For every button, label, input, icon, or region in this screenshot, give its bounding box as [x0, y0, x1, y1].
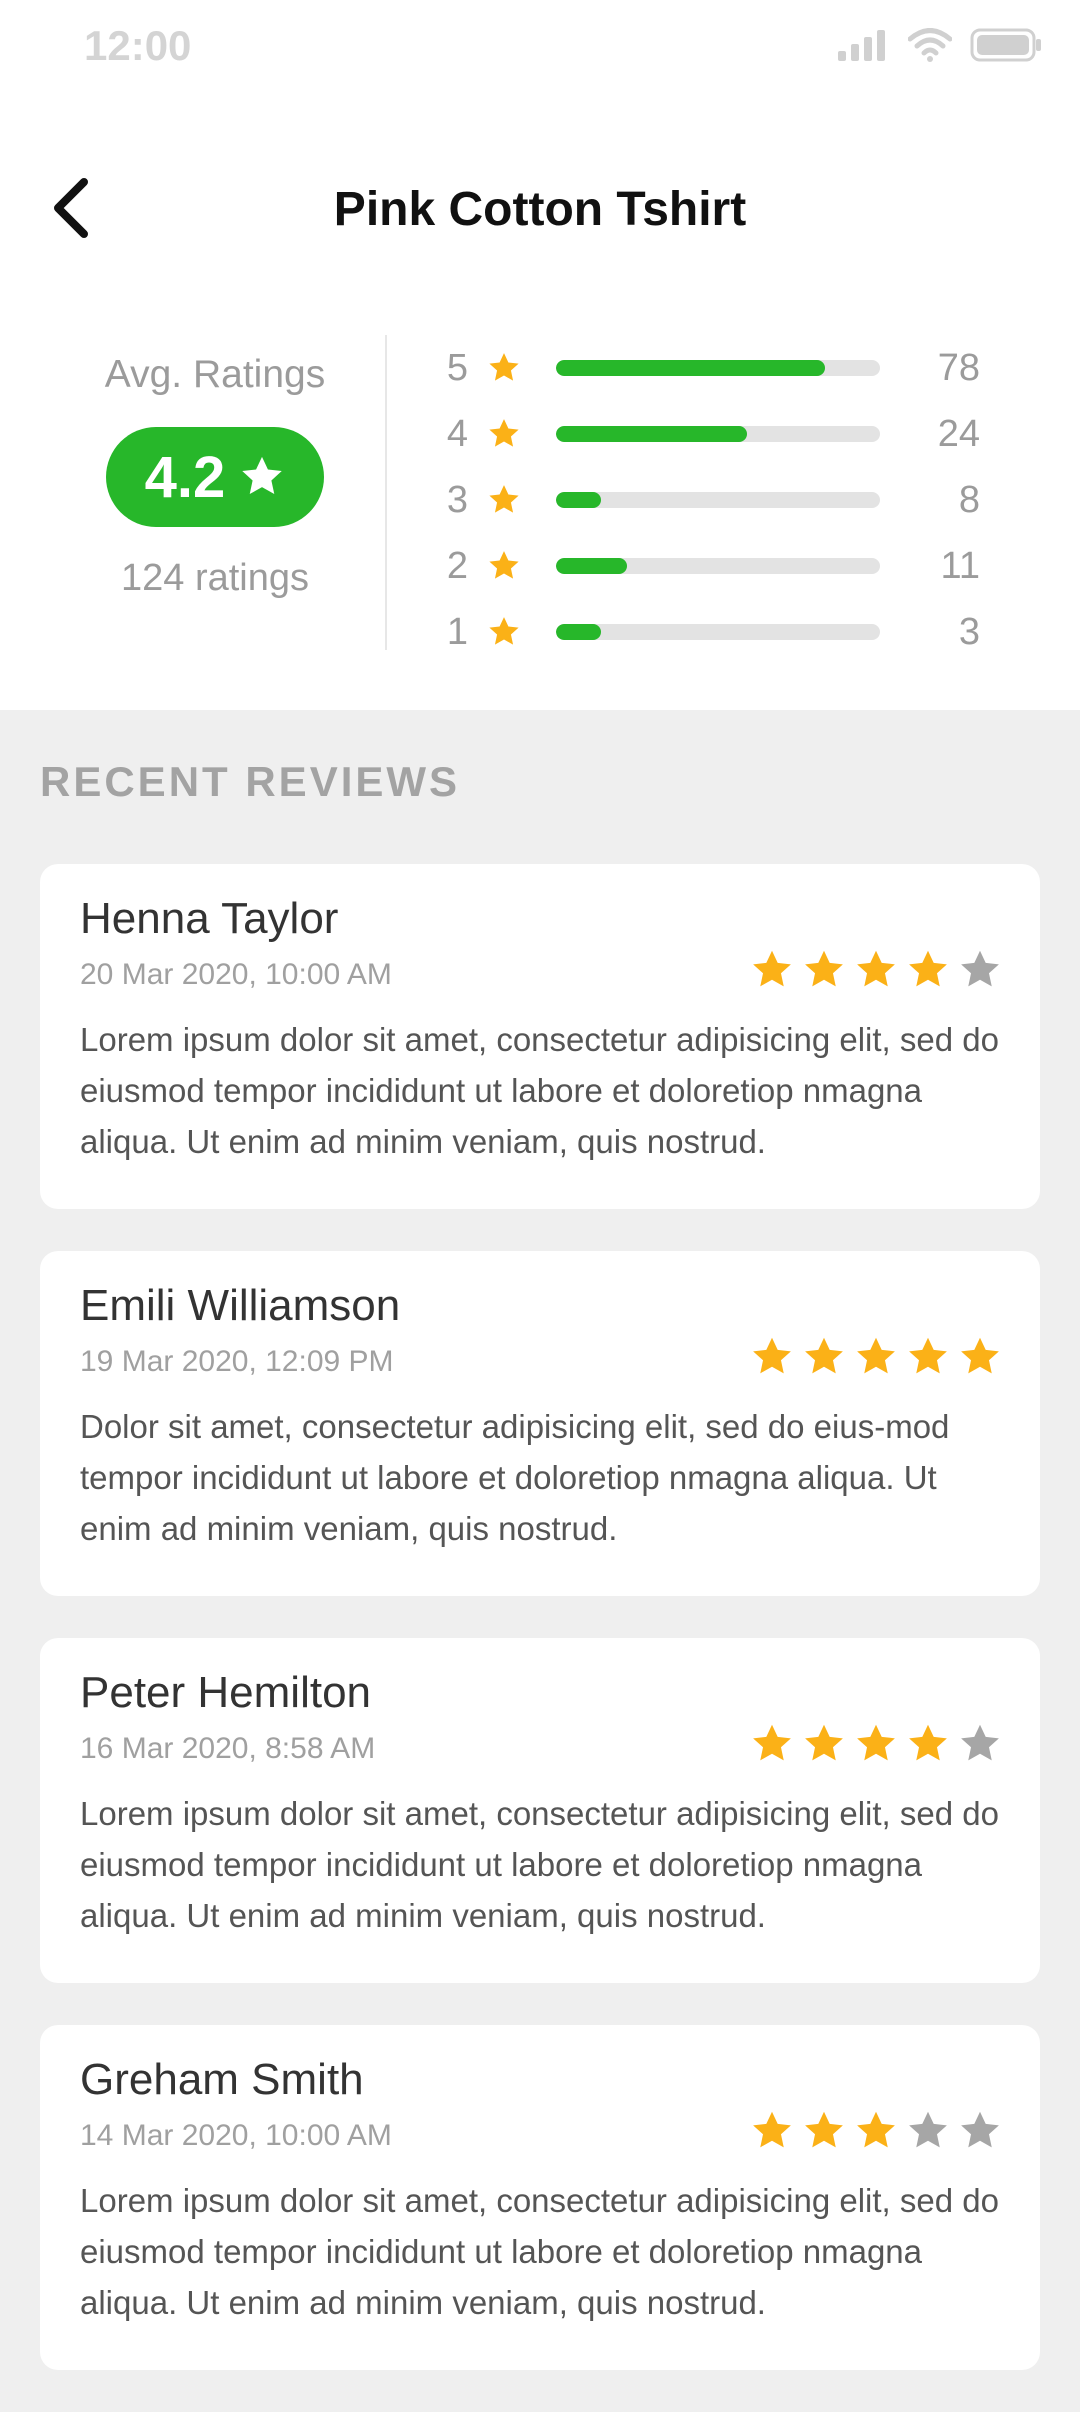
rating-bar-row: 2 11 — [420, 533, 1020, 599]
star-icon — [805, 1337, 843, 1374]
review-text: Lorem ipsum dolor sit amet, consectetur … — [80, 1795, 999, 1934]
star-icon — [753, 2111, 791, 2148]
rating-bar-track — [556, 492, 880, 508]
review-card: Peter Hemilton 16 Mar 2020, 8:58 AM Lorem … — [40, 1638, 1040, 1983]
avg-rating-value: 4.2 — [144, 444, 226, 510]
star-level: 4 — [446, 412, 468, 455]
star-level: 5 — [446, 346, 468, 389]
star-icon — [909, 2111, 947, 2148]
rating-bar-row: 13 — [420, 599, 1020, 665]
star-icon — [489, 617, 519, 645]
star-icon — [857, 2111, 895, 2148]
rating-count: 11 — [940, 544, 980, 587]
star-icon — [753, 950, 791, 987]
review-stars — [750, 1335, 1002, 1379]
review-card: Henna Taylor 20 Mar 2020, 10:00 AM Lorem i… — [40, 864, 1040, 1209]
ratings-count: 124 ratings — [120, 557, 309, 599]
wifi-icon — [908, 28, 952, 62]
star-icon — [857, 1724, 895, 1761]
average-rating-box: Avg. Ratings 4.2 124 ratings — [60, 335, 370, 600]
review-card: Greham Smith 14 Mar 2020, 10:00 AM Lorem i… — [40, 2025, 1040, 2370]
review-text: Lorem ipsum dolor sit amet, consectetur … — [80, 2182, 999, 2321]
battery-icon — [970, 28, 1041, 62]
ratings-header-panel: 12:00 Pink Cotton Tshirt Avg. Ratings 4.… — [0, 0, 1080, 710]
review-stars — [750, 948, 1002, 992]
star-icon — [753, 1337, 791, 1374]
rating-bar-row: 5 78 — [420, 335, 1020, 401]
signal-icon — [838, 30, 885, 61]
avg-ratings-label: Avg. Ratings — [104, 353, 326, 396]
star-icon — [489, 353, 519, 381]
rating-bar-fill — [556, 426, 748, 442]
review-text: Dolor sit amet, consectetur adipisicing … — [80, 1408, 950, 1547]
star-icon — [857, 950, 895, 987]
rating-count: 8 — [958, 478, 980, 521]
star-icon — [489, 485, 519, 513]
status-icons — [836, 28, 1042, 62]
star-icon — [753, 1724, 791, 1761]
star-icon — [961, 1724, 999, 1761]
rating-bar-fill — [556, 558, 628, 574]
star-icon — [242, 456, 283, 495]
reviewer-name: Emili Williamson — [80, 1281, 401, 1330]
star-icon — [805, 950, 843, 987]
star-icon-wrap — [480, 351, 528, 385]
rating-distribution: 5 78 4 24 3 8 2 11 1 3 — [420, 335, 1020, 665]
page-title: Pink Cotton Tshirt — [333, 183, 747, 236]
star-icon — [489, 551, 519, 579]
rating-bar-track — [556, 558, 880, 574]
section-title: RECENT REVIEWS — [40, 758, 461, 805]
star-icon — [489, 419, 519, 447]
reviewer-name: Greham Smith — [80, 2055, 364, 2104]
reviewer-name: Henna Taylor — [80, 894, 339, 943]
review-stars — [750, 2109, 1002, 2153]
star-icon-wrap — [480, 417, 528, 451]
star-icon — [909, 1337, 947, 1374]
avg-rating-badge: 4.2 — [106, 427, 324, 527]
star-icon — [909, 950, 947, 987]
star-icon — [805, 2111, 843, 2148]
rating-bar-fill — [556, 360, 825, 376]
reviews-list: Henna Taylor 20 Mar 2020, 10:00 AM Lorem i… — [40, 864, 1040, 2412]
star-icon — [961, 2111, 999, 2148]
rating-count: 3 — [958, 610, 980, 653]
star-icon — [805, 1724, 843, 1761]
rating-bar-fill — [556, 492, 602, 508]
app-bar: Pink Cotton Tshirt — [0, 160, 1080, 260]
star-icon-wrap — [480, 483, 528, 517]
rating-bar-row: 4 24 — [420, 401, 1020, 467]
rating-count: 24 — [937, 412, 980, 455]
reviewer-name: Peter Hemilton — [80, 1668, 372, 1717]
review-stars — [750, 1722, 1002, 1766]
rating-bar-row: 38 — [420, 467, 1020, 533]
star-level: 1 — [446, 610, 468, 653]
rating-bar-track — [556, 426, 880, 442]
status-time: 12:00 — [84, 22, 192, 69]
review-card: Emili Williamson 19 Mar 2020, 12:09 PM Dol… — [40, 1251, 1040, 1596]
status-bar: 12:00 — [0, 0, 1080, 90]
rating-bar-track — [556, 360, 880, 376]
star-icon-wrap — [480, 549, 528, 583]
rating-bar-track — [556, 624, 880, 640]
rating-bar-fill — [556, 624, 602, 640]
star-level: 3 — [446, 478, 468, 521]
star-icon — [961, 950, 999, 987]
star-icon — [909, 1724, 947, 1761]
star-icon — [961, 1337, 999, 1374]
divider — [385, 335, 387, 650]
star-level: 2 — [446, 544, 468, 587]
star-icon — [857, 1337, 895, 1374]
rating-count: 78 — [937, 346, 980, 389]
rating-summary: Avg. Ratings 4.2 124 ratings 5 78 4 24 3 8 2 11… — [0, 335, 1080, 653]
review-text: Lorem ipsum dolor sit amet, consectetur … — [80, 1021, 999, 1160]
star-icon-wrap — [480, 615, 528, 649]
